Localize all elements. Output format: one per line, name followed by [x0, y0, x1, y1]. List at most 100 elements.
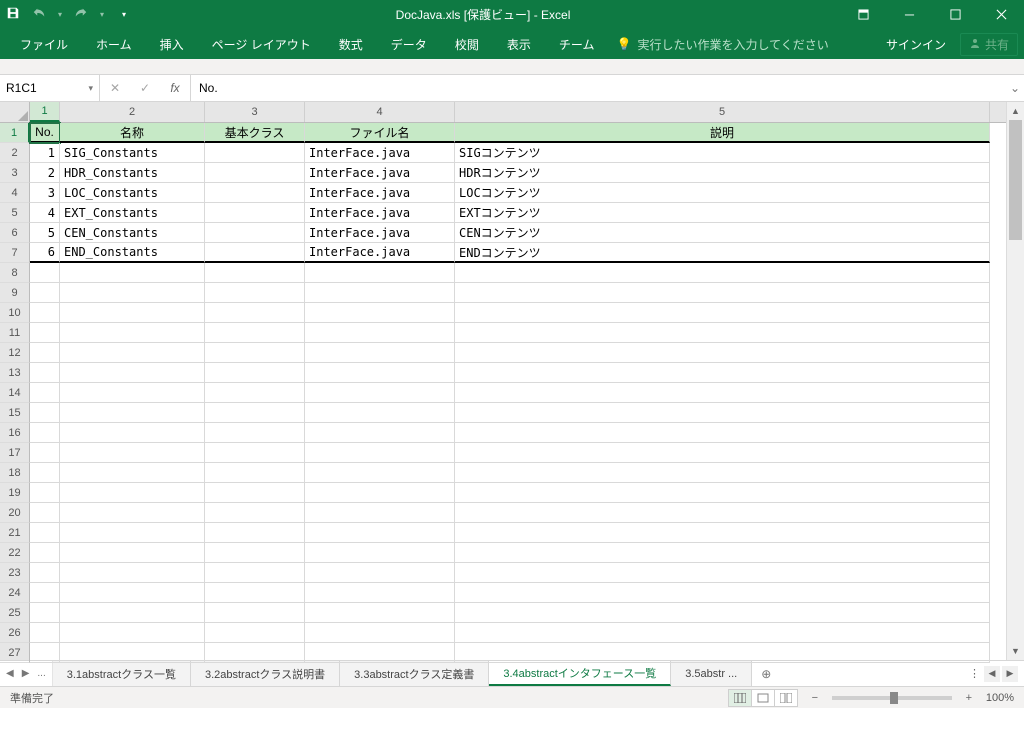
- cell[interactable]: [30, 403, 60, 423]
- cell[interactable]: [205, 143, 305, 163]
- cell[interactable]: [30, 443, 60, 463]
- cell[interactable]: [455, 323, 990, 343]
- row-header[interactable]: 27: [0, 643, 30, 663]
- row-header[interactable]: 7: [0, 243, 30, 263]
- cell[interactable]: [30, 603, 60, 623]
- cell[interactable]: [205, 543, 305, 563]
- cell[interactable]: [455, 463, 990, 483]
- cell[interactable]: [305, 443, 455, 463]
- cell[interactable]: [30, 423, 60, 443]
- cell[interactable]: CEN_Constants: [60, 223, 205, 243]
- cell[interactable]: [455, 383, 990, 403]
- column-header[interactable]: 4: [305, 102, 455, 122]
- worksheet-grid[interactable]: 12345 1234567891011121314151617181920212…: [0, 102, 1024, 660]
- cell[interactable]: [205, 443, 305, 463]
- cell[interactable]: [205, 263, 305, 283]
- cell[interactable]: [30, 563, 60, 583]
- cell[interactable]: [205, 183, 305, 203]
- cell[interactable]: [205, 283, 305, 303]
- cell[interactable]: [305, 343, 455, 363]
- tab-page-layout[interactable]: ページ レイアウト: [198, 29, 325, 59]
- cell[interactable]: [30, 583, 60, 603]
- cell[interactable]: [60, 323, 205, 343]
- cell[interactable]: [305, 383, 455, 403]
- cell[interactable]: 2: [30, 163, 60, 183]
- new-sheet-button[interactable]: ⊕: [752, 661, 780, 686]
- cell[interactable]: [30, 263, 60, 283]
- name-box-dropdown-icon[interactable]: ▾: [88, 83, 93, 94]
- row-header[interactable]: 8: [0, 263, 30, 283]
- cell[interactable]: [60, 263, 205, 283]
- cell[interactable]: [205, 503, 305, 523]
- cell[interactable]: [30, 303, 60, 323]
- cell[interactable]: [305, 483, 455, 503]
- cell[interactable]: ENDコンテンツ: [455, 243, 990, 263]
- row-header[interactable]: 15: [0, 403, 30, 423]
- cell[interactable]: [455, 283, 990, 303]
- cell[interactable]: [30, 363, 60, 383]
- row-header[interactable]: 10: [0, 303, 30, 323]
- cell[interactable]: [205, 423, 305, 443]
- row-header[interactable]: 25: [0, 603, 30, 623]
- cell[interactable]: [30, 643, 60, 663]
- row-header[interactable]: 20: [0, 503, 30, 523]
- tab-data[interactable]: データ: [377, 29, 441, 59]
- cell[interactable]: [60, 603, 205, 623]
- cell[interactable]: EXTコンテンツ: [455, 203, 990, 223]
- row-header[interactable]: 14: [0, 383, 30, 403]
- name-box-input[interactable]: [6, 81, 88, 95]
- cell[interactable]: [205, 483, 305, 503]
- cell[interactable]: [205, 623, 305, 643]
- cell[interactable]: [205, 243, 305, 263]
- scroll-up-icon[interactable]: ▲: [1007, 102, 1024, 120]
- row-header[interactable]: 1: [0, 123, 30, 143]
- column-header[interactable]: 5: [455, 102, 990, 122]
- sheet-tab[interactable]: 3.4abstractインタフェース一覧: [489, 661, 671, 686]
- redo-dropdown-icon[interactable]: ▾: [100, 10, 104, 19]
- maximize-button[interactable]: [932, 0, 978, 29]
- hscroll-right-icon[interactable]: ▶: [1002, 666, 1018, 682]
- cell[interactable]: CENコンテンツ: [455, 223, 990, 243]
- cell[interactable]: [305, 463, 455, 483]
- row-header[interactable]: 11: [0, 323, 30, 343]
- cell[interactable]: [60, 343, 205, 363]
- cell[interactable]: EXT_Constants: [60, 203, 205, 223]
- row-header[interactable]: 23: [0, 563, 30, 583]
- scroll-down-icon[interactable]: ▼: [1007, 642, 1024, 660]
- cell[interactable]: HDR_Constants: [60, 163, 205, 183]
- row-header[interactable]: 19: [0, 483, 30, 503]
- cell[interactable]: [60, 623, 205, 643]
- row-header[interactable]: 17: [0, 443, 30, 463]
- cell[interactable]: 説明: [455, 123, 990, 143]
- zoom-level[interactable]: 100%: [986, 692, 1014, 704]
- cell[interactable]: [30, 543, 60, 563]
- formula-input[interactable]: [199, 81, 998, 95]
- tab-insert[interactable]: 挿入: [146, 29, 198, 59]
- cell[interactable]: [60, 643, 205, 663]
- sheet-tab[interactable]: 3.3abstractクラス定義書: [340, 661, 489, 686]
- tab-home[interactable]: ホーム: [82, 29, 146, 59]
- row-header[interactable]: 21: [0, 523, 30, 543]
- cell[interactable]: InterFace.java: [305, 163, 455, 183]
- cell[interactable]: [205, 583, 305, 603]
- cell[interactable]: [305, 523, 455, 543]
- cell[interactable]: [60, 463, 205, 483]
- row-header[interactable]: 2: [0, 143, 30, 163]
- row-header[interactable]: 24: [0, 583, 30, 603]
- cell[interactable]: [455, 303, 990, 323]
- cell[interactable]: [205, 643, 305, 663]
- row-header[interactable]: 5: [0, 203, 30, 223]
- save-icon[interactable]: [6, 6, 20, 23]
- share-button[interactable]: 共有: [960, 33, 1018, 56]
- cell[interactable]: [305, 623, 455, 643]
- cell[interactable]: [305, 563, 455, 583]
- cell[interactable]: 基本クラス: [205, 123, 305, 143]
- cell[interactable]: [60, 503, 205, 523]
- row-header[interactable]: 9: [0, 283, 30, 303]
- minimize-button[interactable]: [886, 0, 932, 29]
- cell[interactable]: HDRコンテンツ: [455, 163, 990, 183]
- cell[interactable]: END_Constants: [60, 243, 205, 263]
- cell[interactable]: [455, 643, 990, 663]
- cell[interactable]: SIGコンテンツ: [455, 143, 990, 163]
- cell[interactable]: [205, 403, 305, 423]
